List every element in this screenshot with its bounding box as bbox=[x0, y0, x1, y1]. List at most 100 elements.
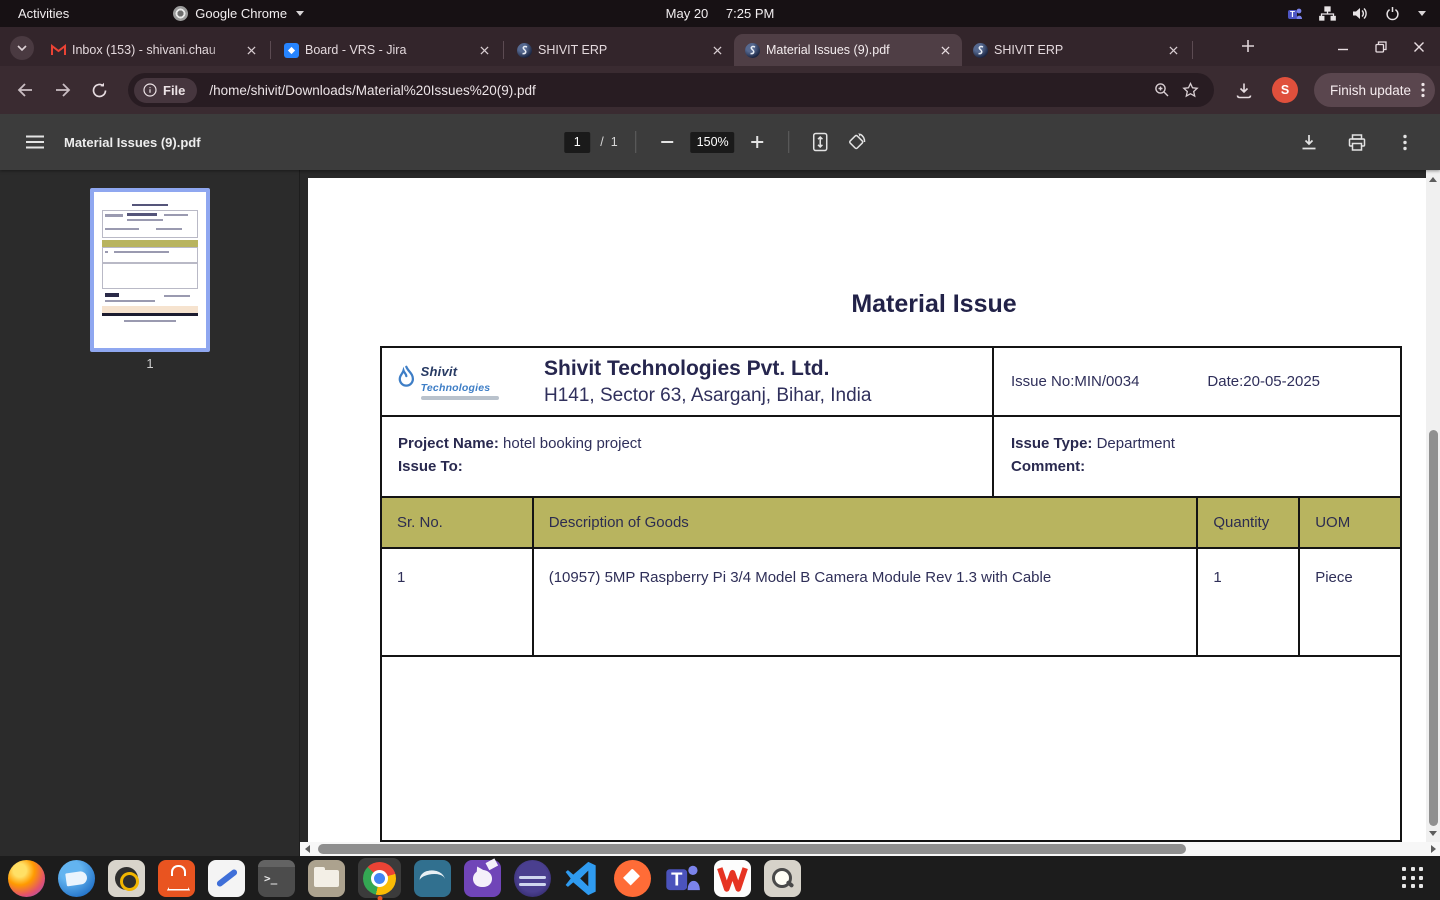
svg-text:T: T bbox=[671, 868, 683, 889]
zoom-level-input[interactable]: 150% bbox=[691, 132, 735, 153]
header-uom: UOM bbox=[1298, 498, 1400, 547]
minimize-button[interactable] bbox=[1332, 36, 1354, 58]
fit-to-page-button[interactable] bbox=[808, 129, 834, 155]
rotate-button[interactable] bbox=[844, 129, 870, 155]
scroll-down-arrow[interactable] bbox=[1426, 826, 1440, 840]
new-tab-button[interactable] bbox=[1240, 38, 1256, 54]
cell-sr-no: 1 bbox=[382, 549, 532, 655]
cell-quantity: 1 bbox=[1196, 549, 1298, 655]
pdf-more-options-icon[interactable] bbox=[1392, 129, 1418, 155]
pdf-page-controls: 1 / 1 150% bbox=[564, 129, 869, 155]
zoom-page-icon[interactable] bbox=[1148, 76, 1176, 104]
tab-jira-board[interactable]: Board - VRS - Jira bbox=[273, 34, 501, 66]
mysql-workbench-icon[interactable] bbox=[414, 860, 451, 897]
vertical-scrollbar[interactable] bbox=[1426, 170, 1440, 842]
issue-type-label: Issue Type: bbox=[1011, 435, 1092, 452]
tab-material-issues-pdf[interactable]: Material Issues (9).pdf bbox=[734, 34, 962, 66]
teams-icon[interactable]: T bbox=[1287, 6, 1303, 22]
file-scheme-chip[interactable]: File bbox=[134, 78, 197, 103]
app-menu-button[interactable]: Google Chrome bbox=[165, 0, 312, 27]
bookmark-star-icon[interactable] bbox=[1176, 76, 1204, 104]
scroll-left-arrow[interactable] bbox=[300, 842, 314, 856]
finish-update-button[interactable]: Finish update bbox=[1314, 73, 1435, 107]
horizontal-scrollbar[interactable] bbox=[300, 842, 1440, 856]
scroll-up-arrow[interactable] bbox=[1426, 172, 1440, 186]
rhythmbox-icon[interactable] bbox=[108, 860, 145, 897]
eclipse-icon[interactable] bbox=[514, 860, 551, 897]
chevron-down-icon[interactable] bbox=[1418, 11, 1426, 16]
github-desktop-icon[interactable] bbox=[464, 860, 501, 897]
thumbnail-preview bbox=[94, 192, 206, 348]
header-description: Description of Goods bbox=[532, 498, 1197, 547]
table-empty-row bbox=[382, 655, 1400, 840]
clock-time[interactable]: 7:25 PM bbox=[726, 6, 774, 21]
zoom-out-button[interactable] bbox=[655, 129, 681, 155]
close-window-button[interactable] bbox=[1408, 36, 1430, 58]
wps-office-icon[interactable] bbox=[714, 860, 751, 897]
header-quantity: Quantity bbox=[1196, 498, 1298, 547]
issue-to-label: Issue To: bbox=[398, 458, 463, 475]
activities-button[interactable]: Activities bbox=[0, 0, 87, 27]
tab-search-button[interactable] bbox=[10, 36, 34, 60]
pdf-toolbar-actions bbox=[1296, 129, 1440, 155]
reload-button[interactable] bbox=[84, 75, 114, 105]
terminal-icon[interactable] bbox=[258, 860, 295, 897]
tab-separator bbox=[503, 41, 504, 59]
tab-shivit-erp-2[interactable]: SHIVIT ERP bbox=[962, 34, 1190, 66]
tab-shivit-erp-1[interactable]: SHIVIT ERP bbox=[506, 34, 734, 66]
url-text[interactable]: /home/shivit/Downloads/Material%20Issues… bbox=[209, 83, 1148, 98]
tab-close-icon[interactable] bbox=[936, 41, 954, 59]
forward-button[interactable] bbox=[48, 75, 78, 105]
company-logo: Shivit Technologies bbox=[396, 364, 524, 400]
files-icon[interactable] bbox=[308, 860, 345, 897]
cell-uom: Piece bbox=[1298, 549, 1400, 655]
profile-avatar[interactable]: S bbox=[1272, 77, 1298, 103]
restore-button[interactable] bbox=[1370, 36, 1392, 58]
pdf-print-icon[interactable] bbox=[1344, 129, 1370, 155]
pdf-menu-icon[interactable] bbox=[22, 129, 48, 155]
chrome-dock-item[interactable] bbox=[358, 858, 401, 898]
pdf-download-icon[interactable] bbox=[1296, 129, 1322, 155]
thunderbird-icon[interactable] bbox=[58, 860, 95, 897]
vscode-icon[interactable] bbox=[564, 860, 601, 897]
dock: T bbox=[0, 856, 1440, 900]
tab-title: Material Issues (9).pdf bbox=[766, 43, 930, 57]
page-thumbnail[interactable] bbox=[90, 188, 210, 352]
firefox-icon[interactable] bbox=[8, 860, 45, 897]
app-grid-button[interactable] bbox=[1400, 865, 1426, 891]
tab-close-icon[interactable] bbox=[242, 41, 260, 59]
scroll-right-arrow[interactable] bbox=[1426, 842, 1440, 856]
browser-toolbar: File /home/shivit/Downloads/Material%20I… bbox=[0, 66, 1440, 114]
company-name: Shivit Technologies Pvt. Ltd. bbox=[544, 355, 871, 382]
tab-close-icon[interactable] bbox=[1164, 41, 1182, 59]
project-name-value: hotel booking project bbox=[503, 435, 641, 452]
volume-icon[interactable] bbox=[1352, 6, 1369, 21]
tab-separator bbox=[1192, 41, 1193, 59]
postman-icon[interactable] bbox=[614, 860, 651, 897]
tab-title: SHIVIT ERP bbox=[538, 43, 702, 57]
jira-icon bbox=[283, 42, 299, 58]
power-icon[interactable] bbox=[1385, 6, 1400, 21]
teams-icon[interactable]: T bbox=[664, 860, 701, 897]
screenshot-tool-icon[interactable] bbox=[764, 860, 801, 897]
tab-inbox[interactable]: Inbox (153) - shivani.chau bbox=[40, 34, 268, 66]
vertical-scroll-thumb[interactable] bbox=[1429, 430, 1438, 826]
tab-close-icon[interactable] bbox=[475, 41, 493, 59]
tab-title: Inbox (153) - shivani.chau bbox=[72, 43, 236, 57]
logo-tagline bbox=[421, 396, 499, 400]
zoom-in-button[interactable] bbox=[745, 129, 771, 155]
downloads-button[interactable] bbox=[1230, 76, 1258, 104]
clock-date[interactable]: May 20 bbox=[666, 6, 709, 21]
issue-date: Date:20-05-2025 bbox=[1207, 373, 1320, 390]
table-row: 1 (10957) 5MP Raspberry Pi 3/4 Model B C… bbox=[382, 547, 1400, 655]
tab-close-icon[interactable] bbox=[708, 41, 726, 59]
network-share-icon[interactable] bbox=[1319, 6, 1336, 21]
ubuntu-software-icon[interactable] bbox=[158, 860, 195, 897]
horizontal-scroll-thumb[interactable] bbox=[318, 844, 1186, 854]
pdf-page: Material Issue Shivit Technologies bbox=[308, 178, 1426, 842]
back-button[interactable] bbox=[10, 75, 40, 105]
pdf-toolbar: Material Issues (9).pdf 1 / 1 150% bbox=[0, 114, 1440, 170]
page-number-input[interactable]: 1 bbox=[564, 132, 590, 153]
address-bar[interactable]: File /home/shivit/Downloads/Material%20I… bbox=[128, 73, 1214, 107]
text-editor-icon[interactable] bbox=[208, 860, 245, 897]
